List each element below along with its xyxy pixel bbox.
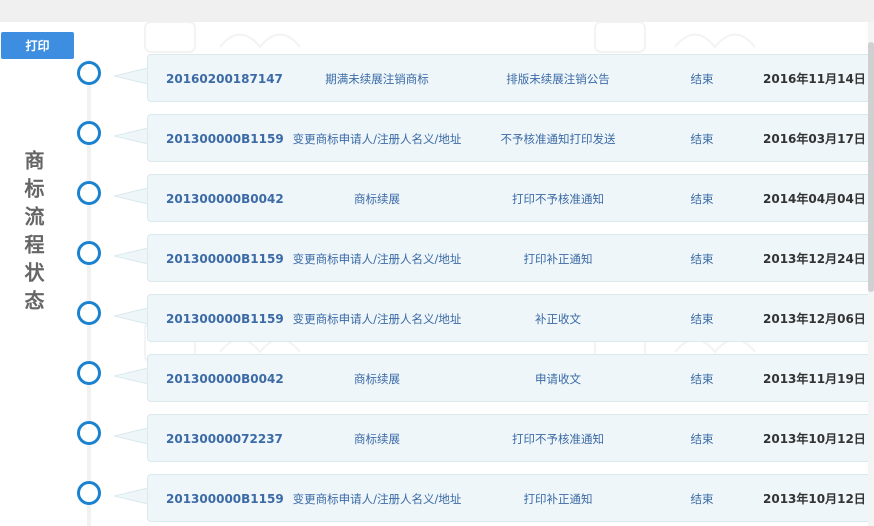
record-card[interactable]: 201300000B1159 变更商标申请人/注册人名义/地址 补正收文 结束 2013… (147, 294, 874, 342)
record-result: 结束 (690, 372, 714, 386)
record-date: 2013年11月19日 (763, 372, 866, 386)
record-date: 2013年10月12日 (763, 492, 866, 506)
timeline-dot-icon (77, 301, 101, 325)
record-step: 不予核准通知打印发送 (500, 132, 616, 146)
callout-pointer-icon (114, 307, 149, 325)
record-type: 变更商标申请人/注册人名义/地址 (292, 312, 462, 326)
record-step: 打印不予核准通知 (512, 432, 604, 446)
scrollbar-thumb[interactable] (868, 42, 874, 292)
timeline-row: 201300000B1159 变更商标申请人/注册人名义/地址 补正收文 结束 2013… (0, 294, 874, 344)
record-step: 排版未续展注销公告 (506, 72, 610, 86)
record-result: 结束 (690, 132, 714, 146)
timeline-dot-icon (77, 121, 101, 145)
record-type: 变更商标申请人/注册人名义/地址 (292, 492, 462, 506)
record-number: 20130000072237 (166, 432, 283, 446)
scrollbar[interactable] (868, 22, 874, 526)
timeline-dot-icon (77, 481, 101, 505)
timeline-dot-icon (77, 181, 101, 205)
record-result: 结束 (690, 72, 714, 86)
record-card[interactable]: 201300000B1159 变更商标申请人/注册人名义/地址 打印补正通知 结束 20… (147, 474, 874, 522)
record-card[interactable]: 201300000B1159 变更商标申请人/注册人名义/地址 打印补正通知 结束 20… (147, 234, 874, 282)
timeline-row: 201300000B0042 商标续展 打印不予核准通知 结束 2014年04月04日 (0, 174, 874, 224)
record-card[interactable]: 20160200187147 期满未续展注销商标 排版未续展注销公告 结束 2016年1… (147, 54, 874, 102)
timeline-row: 20160200187147 期满未续展注销商标 排版未续展注销公告 结束 2016年1… (0, 54, 874, 104)
record-number: 201300000B1159 (166, 252, 284, 266)
record-type: 商标续展 (354, 192, 400, 206)
record-number: 201300000B0042 (166, 372, 284, 386)
timeline-dot-icon (77, 421, 101, 445)
record-result: 结束 (690, 252, 714, 266)
callout-pointer-icon (114, 127, 149, 145)
timeline-dot-icon (77, 361, 101, 385)
record-date: 2013年12月24日 (763, 252, 866, 266)
record-step: 申请收文 (535, 372, 581, 386)
record-step: 打印补正通知 (523, 492, 593, 506)
record-card[interactable]: 201300000B0042 商标续展 申请收文 结束 2013年11月19日 (147, 354, 874, 402)
record-result: 结束 (690, 312, 714, 326)
record-number: 20160200187147 (166, 72, 283, 86)
callout-pointer-icon (114, 67, 149, 85)
record-date: 2013年12月06日 (763, 312, 866, 326)
timeline-row: 201300000B1159 变更商标申请人/注册人名义/地址 打印补正通知 结束 20… (0, 474, 874, 524)
record-step: 打印不予核准通知 (512, 192, 604, 206)
record-result: 结束 (690, 192, 714, 206)
record-number: 201300000B1159 (166, 312, 284, 326)
record-type: 期满未续展注销商标 (325, 72, 429, 86)
timeline-row: 20130000072237 商标续展 打印不予核准通知 结束 2013年10月12日 (0, 414, 874, 464)
record-result: 结束 (690, 492, 714, 506)
record-date: 2013年10月12日 (763, 432, 866, 446)
callout-pointer-icon (114, 427, 149, 445)
timeline-dot-icon (77, 241, 101, 265)
record-card[interactable]: 201300000B1159 变更商标申请人/注册人名义/地址 不予核准通知打印发送… (147, 114, 874, 162)
timeline-row: 201300000B1159 变更商标申请人/注册人名义/地址 不予核准通知打印发送… (0, 114, 874, 164)
record-card[interactable]: 201300000B0042 商标续展 打印不予核准通知 结束 2014年04月04日 (147, 174, 874, 222)
timeline-dot-icon (77, 61, 101, 85)
timeline-row: 201300000B1159 变更商标申请人/注册人名义/地址 打印补正通知 结束 20… (0, 234, 874, 284)
callout-pointer-icon (114, 247, 149, 265)
record-number: 201300000B1159 (166, 132, 284, 146)
record-type: 变更商标申请人/注册人名义/地址 (292, 132, 462, 146)
record-date: 2016年11月14日 (763, 72, 866, 86)
record-number: 201300000B1159 (166, 492, 284, 506)
callout-pointer-icon (114, 367, 149, 385)
record-result: 结束 (690, 432, 714, 446)
top-bar (0, 0, 874, 22)
record-step: 打印补正通知 (523, 252, 593, 266)
record-date: 2016年03月17日 (763, 132, 866, 146)
record-date: 2014年04月04日 (763, 192, 866, 206)
record-step: 补正收文 (535, 312, 581, 326)
record-number: 201300000B0042 (166, 192, 284, 206)
record-type: 变更商标申请人/注册人名义/地址 (292, 252, 462, 266)
callout-pointer-icon (114, 487, 149, 505)
record-type: 商标续展 (354, 432, 400, 446)
timeline-row: 201300000B0042 商标续展 申请收文 结束 2013年11月19日 (0, 354, 874, 404)
callout-pointer-icon (114, 187, 149, 205)
record-card[interactable]: 20130000072237 商标续展 打印不予核准通知 结束 2013年10月12日 (147, 414, 874, 462)
record-type: 商标续展 (354, 372, 400, 386)
